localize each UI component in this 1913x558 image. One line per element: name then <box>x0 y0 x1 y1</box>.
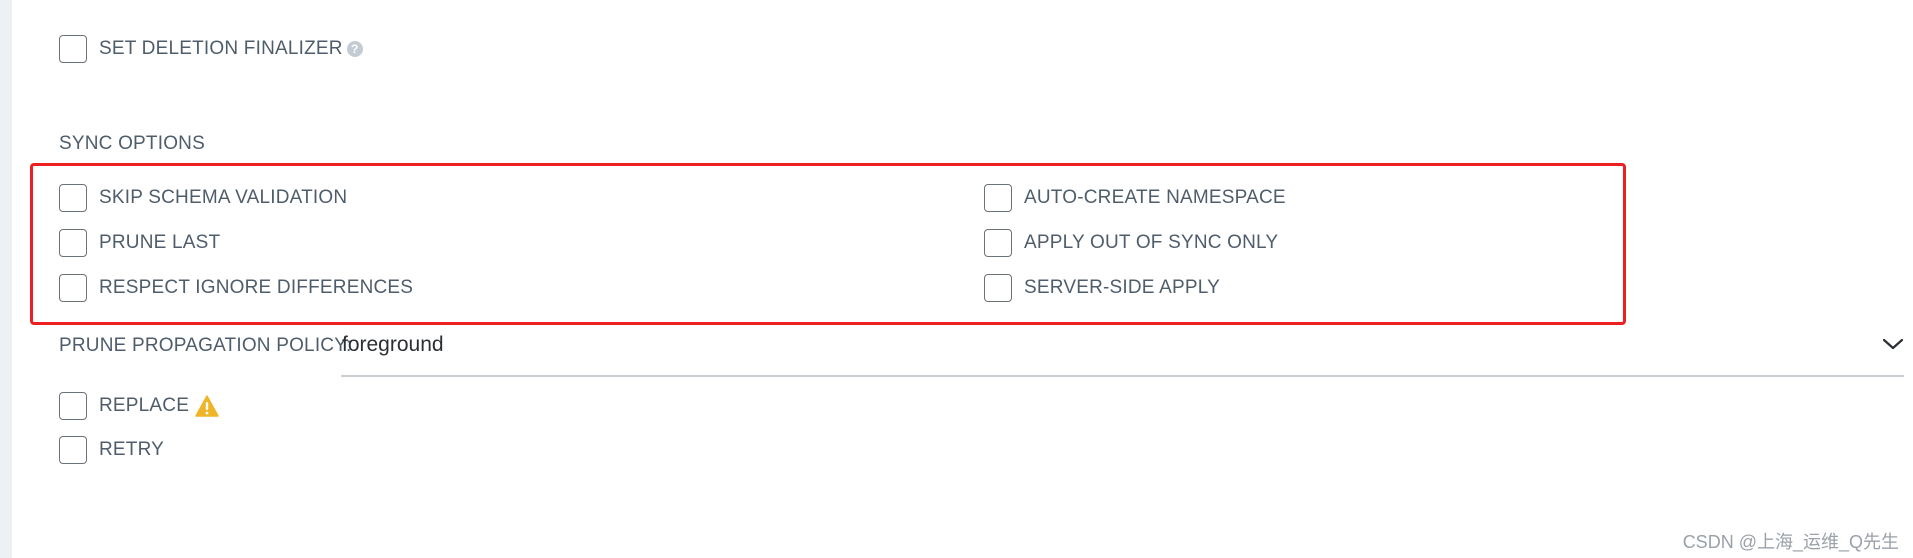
apply-out-of-sync-only-checkbox[interactable] <box>984 229 1012 257</box>
sync-option-label: AUTO-CREATE NAMESPACE <box>1024 187 1286 208</box>
policy-select-underline <box>341 375 1904 377</box>
watermark: CSDN @上海_运维_Q先生 <box>1682 532 1899 552</box>
chevron-down-icon[interactable] <box>1882 336 1904 352</box>
warning-icon <box>195 395 219 417</box>
prune-propagation-policy-label: PRUNE PROPAGATION POLICY: <box>59 335 352 356</box>
server-side-apply-checkbox[interactable] <box>984 274 1012 302</box>
sync-option-auto-create-namespace[interactable]: AUTO-CREATE NAMESPACE <box>984 183 1286 213</box>
retry-option[interactable]: RETRY <box>59 435 164 465</box>
help-icon[interactable]: ? <box>346 41 363 57</box>
sync-options-title: SYNC OPTIONS <box>59 133 205 154</box>
respect-ignore-differences-checkbox[interactable] <box>59 274 87 302</box>
sync-option-label: PRUNE LAST <box>99 232 221 253</box>
sync-option-label: SERVER-SIDE APPLY <box>1024 277 1220 298</box>
sync-option-skip-schema-validation[interactable]: SKIP SCHEMA VALIDATION <box>59 183 347 213</box>
sync-option-label: APPLY OUT OF SYNC ONLY <box>1024 232 1279 253</box>
prune-propagation-policy-select[interactable]: foreground <box>342 333 444 357</box>
sync-option-apply-out-of-sync-only[interactable]: APPLY OUT OF SYNC ONLY <box>984 228 1278 258</box>
retry-label: RETRY <box>99 439 165 460</box>
deletion-finalizer-label: SET DELETION FINALIZER <box>99 38 343 59</box>
replace-label: REPLACE <box>99 395 190 416</box>
skip-schema-validation-checkbox[interactable] <box>59 184 87 212</box>
left-panel-edge <box>0 0 12 558</box>
deletion-finalizer-checkbox[interactable] <box>59 35 87 63</box>
retry-checkbox[interactable] <box>59 436 87 464</box>
sync-option-label: RESPECT IGNORE DIFFERENCES <box>99 277 414 298</box>
prune-last-checkbox[interactable] <box>59 229 87 257</box>
replace-option[interactable]: REPLACE <box>59 391 219 421</box>
sync-option-prune-last[interactable]: PRUNE LAST <box>59 228 220 258</box>
auto-create-namespace-checkbox[interactable] <box>984 184 1012 212</box>
sync-option-respect-ignore-differences[interactable]: RESPECT IGNORE DIFFERENCES <box>59 273 413 303</box>
replace-checkbox[interactable] <box>59 392 87 420</box>
sync-option-label: SKIP SCHEMA VALIDATION <box>99 187 348 208</box>
deletion-finalizer-option[interactable]: SET DELETION FINALIZER ? <box>59 34 363 64</box>
sync-option-server-side-apply[interactable]: SERVER-SIDE APPLY <box>984 273 1220 303</box>
